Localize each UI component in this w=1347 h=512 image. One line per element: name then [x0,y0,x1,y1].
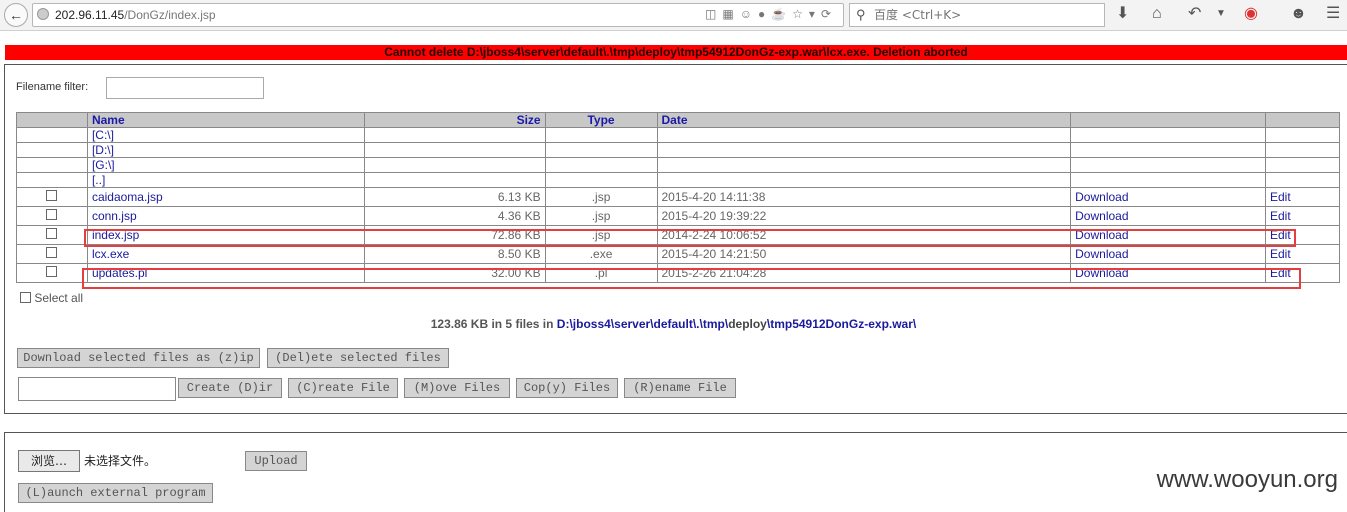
new-name-input[interactable] [18,377,176,401]
download-link[interactable]: Download [1075,266,1128,280]
download-icon[interactable]: ⬇ [1116,5,1129,23]
file-checkbox[interactable] [46,190,58,201]
file-name-link[interactable]: updates.pl [92,266,147,280]
globe-icon [37,8,49,20]
file-date: 2014-2-24 10:06:52 [656,225,1072,245]
move-files-button[interactable]: (M)ove Files [404,378,510,398]
filename-filter-input[interactable] [106,77,264,99]
file-checkbox[interactable] [46,247,58,258]
file-type: .jsp [544,206,658,226]
url-text: 202.96.11.45/DonGz/index.jsp [55,8,216,22]
file-size: 72.86 KB [363,225,546,245]
create-file-button[interactable]: (C)reate File [288,378,398,398]
error-message: Cannot delete D:\jboss4\server\default\.… [5,45,1347,60]
filter-label: Filename filter: [16,81,89,93]
file-checkbox[interactable] [46,266,58,277]
date-column-header[interactable]: Date [656,112,1072,128]
browser-toolbar: ← 202.96.11.45/DonGz/index.jsp ◫▦☺●☕☆▾⟳ … [0,0,1347,31]
table-row: index.jsp 72.86 KB .jsp 2014-2-24 10:06:… [16,225,1340,245]
select-all-label: Select all [34,291,84,305]
create-dir-button[interactable]: Create (D)ir [178,378,282,398]
table-row: caidaoma.jsp 6.13 KB .jsp 2015-4-20 14:1… [16,187,1340,207]
table-header-row: Name Size Type Date [16,112,1340,128]
current-path-link[interactable]: D:\jboss4\server\default\.\tmp\deploy\tm… [557,317,916,331]
file-checkbox[interactable] [46,228,58,239]
table-row: lcx.exe 8.50 KB .exe 2015-4-20 14:21:50 … [16,244,1340,264]
drive-row: [C:\] [16,127,1340,143]
file-size: 32.00 KB [363,263,546,283]
name-column-header[interactable]: Name [86,112,365,128]
file-size: 4.36 KB [363,206,546,226]
no-file-selected-text: 未选择文件。 [84,454,157,468]
file-type: .exe [544,244,658,264]
launch-program-button[interactable]: (L)aunch external program [18,483,213,503]
addon-icon[interactable]: ◉ [1244,5,1258,23]
edit-link[interactable]: Edit [1270,247,1291,261]
home-icon[interactable]: ⌂ [1152,5,1162,23]
watermark: www.wooyun.org [1156,466,1338,493]
edit-link[interactable]: Edit [1270,209,1291,223]
drive-row: [D:\] [16,142,1340,158]
size-column-header[interactable]: Size [363,112,546,128]
edit-link[interactable]: Edit [1270,266,1291,280]
select-all-checkbox[interactable] [20,292,31,303]
file-size: 6.13 KB [363,187,546,207]
table-row: conn.jsp 4.36 KB .jsp 2015-4-20 19:39:22… [16,206,1340,226]
drive-link-c[interactable]: [C:\] [92,128,114,142]
file-date: 2015-2-26 21:04:28 [656,263,1072,283]
file-type: .jsp [544,187,658,207]
copy-files-button[interactable]: Cop(y) Files [516,378,618,398]
download-link[interactable]: Download [1075,228,1128,242]
drive-row: [..] [16,172,1340,188]
file-table: Name Size Type Date [C:\] [D:\] [G:\] [.… [16,112,1340,283]
chevron-down-icon[interactable]: ▼ [1216,5,1226,23]
address-bar-addon-icons[interactable]: ◫▦☺●☕☆▾⟳ [705,7,837,21]
file-date: 2015-4-20 14:11:38 [656,187,1072,207]
parent-dir-link[interactable]: [..] [92,173,105,187]
directory-summary: 123.86 KB in 5 files in D:\jboss4\server… [0,317,1347,331]
file-type: .pl [544,263,658,283]
file-name-link[interactable]: index.jsp [92,228,139,242]
menu-icon[interactable]: ☰ [1326,5,1340,23]
drive-row: [G:\] [16,157,1340,173]
file-type: .jsp [544,225,658,245]
type-column-header[interactable]: Type [544,112,658,128]
download-link[interactable]: Download [1075,209,1128,223]
url-bar[interactable]: 202.96.11.45/DonGz/index.jsp ◫▦☺●☕☆▾⟳ [32,3,844,27]
undo-icon[interactable]: ↶ [1188,5,1201,23]
file-name-link[interactable]: conn.jsp [92,209,137,223]
drive-link-g[interactable]: [G:\] [92,158,115,172]
search-input[interactable] [872,6,1096,24]
upload-button[interactable]: Upload [245,451,307,471]
edit-link[interactable]: Edit [1270,190,1291,204]
table-row: updates.pl 32.00 KB .pl 2015-2-26 21:04:… [16,263,1340,283]
edit-link[interactable]: Edit [1270,228,1291,242]
file-name-link[interactable]: caidaoma.jsp [92,190,163,204]
search-icon: ⚲ [856,7,866,22]
file-date: 2015-4-20 19:39:22 [656,206,1072,226]
file-checkbox[interactable] [46,209,58,220]
file-date: 2015-4-20 14:21:50 [656,244,1072,264]
search-bar[interactable]: ⚲ [849,3,1105,27]
download-zip-button[interactable]: Download selected files as (z)ip [17,348,260,368]
browse-button[interactable]: 浏览… [18,450,80,472]
drive-link-d[interactable]: [D:\] [92,143,114,157]
download-link[interactable]: Download [1075,190,1128,204]
rename-file-button[interactable]: (R)ename File [624,378,736,398]
file-name-link[interactable]: lcx.exe [92,247,129,261]
chat-icon[interactable]: ☻ [1290,5,1307,23]
back-button[interactable]: ← [4,3,28,27]
file-size: 8.50 KB [363,244,546,264]
summary-text: 123.86 KB in 5 files in [430,317,554,331]
delete-files-button[interactable]: (Del)ete selected files [267,348,449,368]
download-link[interactable]: Download [1075,247,1128,261]
select-all-control[interactable]: Select all [20,291,83,305]
